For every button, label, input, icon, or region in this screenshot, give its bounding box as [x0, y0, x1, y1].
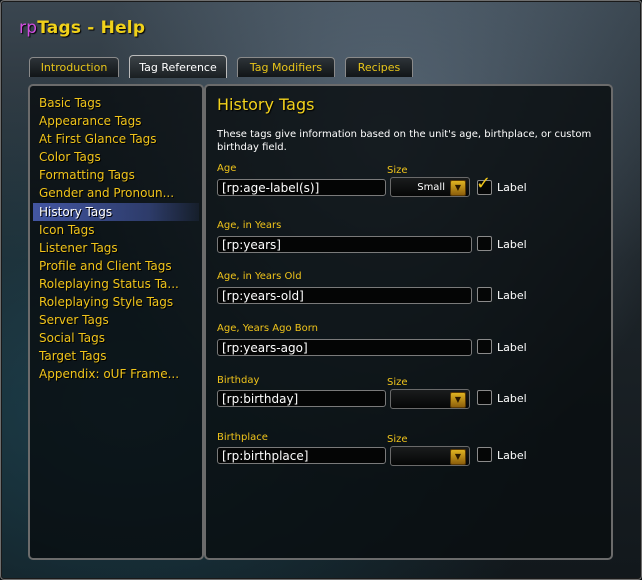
field-label-years-ago-born: Age, Years Ago Born — [217, 323, 318, 334]
age-tag-field[interactable]: [rp:age-label(s)] — [217, 179, 386, 196]
checkbox-label: Label — [497, 341, 527, 354]
sidebar-item-history-tags[interactable]: History Tags — [33, 202, 199, 221]
age-size-dropdown[interactable]: Small ▼ — [390, 177, 470, 197]
checkbox-label: Label — [497, 238, 527, 251]
age-label-checkbox[interactable]: ✓ — [476, 175, 492, 195]
sidebar-panel: Basic Tags Appearance Tags At First Glan… — [28, 84, 204, 560]
size-value: Small — [417, 182, 445, 193]
size-label-age: Size — [387, 165, 408, 176]
sidebar-item-social-tags[interactable]: Social Tags — [33, 329, 199, 347]
checkbox-label: Label — [497, 181, 527, 194]
checkbox-label: Label — [497, 289, 527, 302]
sidebar-item-server-tags[interactable]: Server Tags — [33, 311, 199, 329]
sidebar-item-color-tags[interactable]: Color Tags — [33, 148, 199, 166]
help-window: rpTags - Help Introduction Tag Reference… — [0, 0, 642, 580]
sidebar-nav: Basic Tags Appearance Tags At First Glan… — [33, 94, 199, 384]
sidebar-item-roleplaying-status-tags[interactable]: Roleplaying Status Ta... — [33, 275, 199, 293]
years-label-checkbox[interactable] — [477, 236, 492, 251]
size-label-birthplace: Size — [387, 434, 408, 445]
field-label-birthday: Birthday — [217, 375, 260, 386]
sidebar-item-listener-tags[interactable]: Listener Tags — [33, 239, 199, 257]
birthday-tag-field[interactable]: [rp:birthday] — [217, 390, 386, 407]
checkbox-label: Label — [497, 449, 527, 462]
birthplace-label-checkbox[interactable] — [477, 447, 492, 462]
title-main: Tags - Help — [37, 18, 146, 38]
window-title: rpTags - Help — [19, 18, 145, 38]
years-tag-field[interactable]: [rp:years] — [217, 236, 472, 253]
page-title: History Tags — [217, 95, 315, 114]
check-icon: ✓ — [476, 173, 492, 194]
sidebar-item-formatting-tags[interactable]: Formatting Tags — [33, 166, 199, 184]
sidebar-item-gender-pronoun[interactable]: Gender and Pronoun... — [33, 184, 199, 202]
birthday-size-dropdown[interactable]: ▼ — [390, 389, 470, 409]
content-panel: History Tags These tags give information… — [204, 84, 613, 560]
years-old-label-checkbox[interactable] — [477, 287, 492, 302]
years-old-tag-field[interactable]: [rp:years-old] — [217, 287, 472, 304]
chevron-down-icon[interactable]: ▼ — [450, 392, 466, 408]
tab-tag-reference[interactable]: Tag Reference — [129, 55, 227, 78]
chevron-down-icon[interactable]: ▼ — [450, 449, 466, 465]
birthplace-size-dropdown[interactable]: ▼ — [390, 446, 470, 466]
sidebar-item-target-tags[interactable]: Target Tags — [33, 347, 199, 365]
years-ago-label-checkbox[interactable] — [477, 339, 492, 354]
tab-tag-modifiers[interactable]: Tag Modifiers — [237, 57, 335, 77]
sidebar-item-at-first-glance-tags[interactable]: At First Glance Tags — [33, 130, 199, 148]
years-ago-tag-field[interactable]: [rp:years-ago] — [217, 339, 472, 356]
field-label-age: Age — [217, 163, 237, 174]
birthplace-tag-field[interactable]: [rp:birthplace] — [217, 447, 386, 464]
sidebar-item-appendix-ouf[interactable]: Appendix: oUF Frame... — [33, 365, 199, 383]
field-label-age-in-years: Age, in Years — [217, 220, 282, 231]
birthday-label-checkbox[interactable] — [477, 390, 492, 405]
tab-recipes[interactable]: Recipes — [345, 57, 413, 77]
page-description: These tags give information based on the… — [217, 129, 592, 153]
checkbox-label: Label — [497, 392, 527, 405]
field-label-birthplace: Birthplace — [217, 432, 268, 443]
title-prefix: rp — [19, 18, 38, 38]
field-label-age-in-years-old: Age, in Years Old — [217, 271, 302, 282]
sidebar-item-basic-tags[interactable]: Basic Tags — [33, 94, 199, 112]
tab-introduction[interactable]: Introduction — [29, 57, 119, 77]
sidebar-item-appearance-tags[interactable]: Appearance Tags — [33, 112, 199, 130]
sidebar-item-roleplaying-style-tags[interactable]: Roleplaying Style Tags — [33, 293, 199, 311]
size-label-birthday: Size — [387, 377, 408, 388]
chevron-down-icon[interactable]: ▼ — [450, 180, 466, 196]
sidebar-item-profile-client-tags[interactable]: Profile and Client Tags — [33, 257, 199, 275]
sidebar-item-icon-tags[interactable]: Icon Tags — [33, 221, 199, 239]
